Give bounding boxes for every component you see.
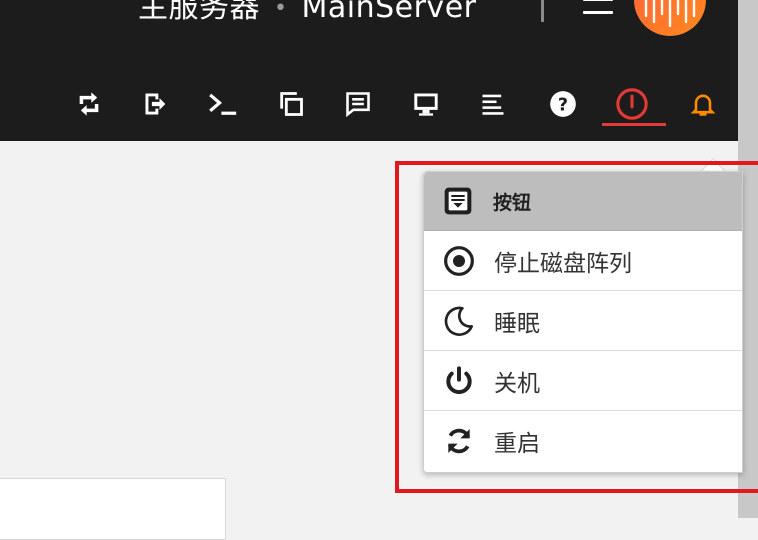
copy-windows-icon[interactable] bbox=[273, 86, 309, 122]
brand-logo[interactable] bbox=[634, 0, 706, 36]
terminal-icon[interactable] bbox=[205, 86, 241, 122]
restart-icon bbox=[441, 423, 477, 459]
menu-item-label: 停止磁盘阵列 bbox=[494, 250, 632, 277]
log-list-icon[interactable] bbox=[475, 86, 511, 122]
moon-icon bbox=[441, 303, 477, 339]
top-bar: 主服务器 • MainServer ? bbox=[0, 0, 738, 141]
title-divider bbox=[541, 0, 544, 22]
dropdown-header-label: 按钮 bbox=[493, 191, 532, 214]
menu-item-label: 睡眠 bbox=[494, 310, 540, 337]
menu-item-stop-array[interactable]: 停止磁盘阵列 bbox=[424, 231, 742, 291]
message-icon[interactable] bbox=[340, 86, 376, 122]
svg-text:?: ? bbox=[558, 95, 568, 115]
logout-icon[interactable] bbox=[138, 86, 174, 122]
power-off-icon bbox=[441, 363, 477, 399]
power-icon[interactable] bbox=[614, 86, 650, 122]
menu-item-label: 重启 bbox=[494, 430, 540, 457]
bell-icon[interactable] bbox=[685, 86, 721, 122]
title-separator: • bbox=[274, 0, 288, 21]
monitor-icon[interactable] bbox=[408, 86, 444, 122]
dropdown-caret bbox=[701, 158, 725, 171]
hamburger-menu-icon[interactable] bbox=[583, 0, 613, 14]
server-title: 主服务器 • MainServer bbox=[138, 0, 476, 26]
dropdown-header: 按钮 bbox=[424, 172, 742, 231]
content-panel bbox=[0, 478, 226, 540]
menu-item-sleep[interactable]: 睡眠 bbox=[424, 291, 742, 351]
menu-item-restart[interactable]: 重启 bbox=[424, 411, 742, 470]
stop-array-icon bbox=[441, 243, 477, 279]
transfer-icon[interactable] bbox=[71, 86, 107, 122]
active-tab-underline bbox=[602, 123, 666, 126]
server-label: 主服务器 bbox=[138, 0, 260, 25]
buttons-icon bbox=[441, 184, 475, 218]
menu-item-label: 关机 bbox=[494, 370, 540, 397]
server-name: MainServer bbox=[301, 0, 477, 25]
menu-item-shutdown[interactable]: 关机 bbox=[424, 351, 742, 411]
help-icon[interactable]: ? bbox=[545, 86, 581, 122]
power-dropdown-menu: 按钮 停止磁盘阵列 睡眠 关机 重启 bbox=[423, 171, 743, 473]
